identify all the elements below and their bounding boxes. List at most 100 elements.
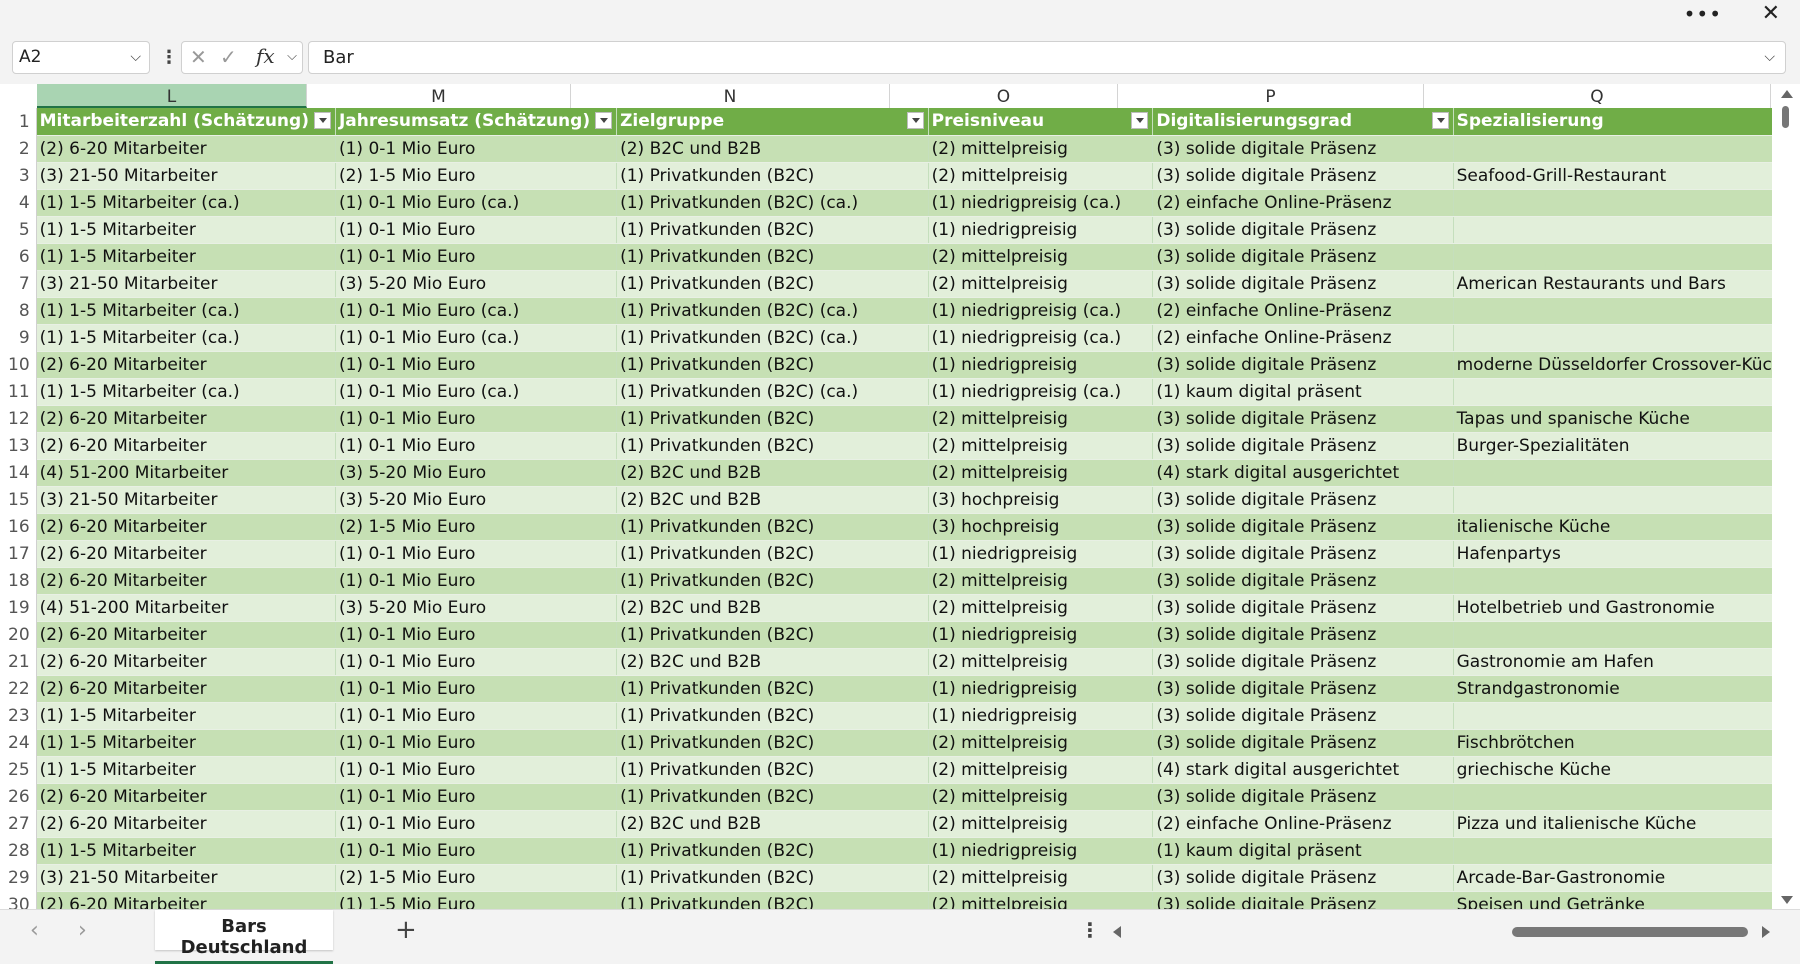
table-cell[interactable]: (1) Privatkunden (B2C) [616, 702, 929, 730]
filter-dropdown-icon[interactable] [595, 112, 613, 129]
table-cell[interactable]: (1) 1-5 Mitarbeiter [36, 243, 336, 271]
table-cell[interactable]: (1) Privatkunden (B2C) (ca.) [616, 297, 929, 325]
table-cell[interactable]: (1) kaum digital präsent [1152, 378, 1454, 406]
table-cell[interactable]: (1) Privatkunden (B2C) (ca.) [616, 324, 929, 352]
row-number[interactable]: 29 [0, 864, 37, 891]
table-cell[interactable]: (1) 0-1 Mio Euro [335, 216, 618, 244]
row-number[interactable]: 22 [0, 675, 37, 702]
table-cell[interactable]: (1) niedrigpreisig [928, 351, 1154, 379]
table-cell[interactable]: (1) 1-5 Mitarbeiter [36, 756, 336, 784]
table-cell[interactable]: (3) solide digitale Präsenz [1152, 216, 1454, 244]
table-cell[interactable]: (2) mittelpreisig [928, 810, 1154, 838]
table-cell[interactable]: (3) solide digitale Präsenz [1152, 702, 1454, 730]
table-cell[interactable]: (1) Privatkunden (B2C) [616, 891, 929, 909]
chevron-down-icon[interactable]: ⌵ [130, 42, 141, 73]
table-cell[interactable]: (1) 1-5 Mitarbeiter [36, 216, 336, 244]
table-cell[interactable]: (2) mittelpreisig [928, 783, 1154, 811]
table-cell[interactable] [1453, 459, 1800, 487]
row-number[interactable]: 6 [0, 243, 37, 270]
table-cell[interactable]: (2) 6-20 Mitarbeiter [36, 432, 336, 460]
table-cell[interactable]: (1) Privatkunden (B2C) [616, 621, 929, 649]
table-cell[interactable]: (2) 6-20 Mitarbeiter [36, 540, 336, 568]
table-cell[interactable]: (2) 6-20 Mitarbeiter [36, 567, 336, 595]
table-cell[interactable]: (1) Privatkunden (B2C) (ca.) [616, 378, 929, 406]
table-header-cell[interactable]: Jahresumsatz (Schätzung) [335, 108, 618, 136]
expand-formula-icon[interactable]: ⌵ [1764, 42, 1775, 73]
table-cell[interactable]: (2) mittelpreisig [928, 594, 1154, 622]
formula-input[interactable]: Bar ⌵ [308, 41, 1786, 74]
table-cell[interactable]: (3) hochpreisig [928, 513, 1154, 541]
table-cell[interactable]: (1) 0-1 Mio Euro [335, 810, 618, 838]
row-number[interactable]: 16 [0, 513, 37, 540]
table-cell[interactable]: (1) Privatkunden (B2C) [616, 270, 929, 298]
row-number[interactable]: 11 [0, 378, 37, 405]
table-cell[interactable]: (2) mittelpreisig [928, 864, 1154, 892]
column-header-m[interactable]: M [307, 84, 571, 108]
table-cell[interactable]: (1) Privatkunden (B2C) [616, 864, 929, 892]
table-cell[interactable] [1453, 486, 1800, 514]
table-cell[interactable]: (2) 6-20 Mitarbeiter [36, 621, 336, 649]
table-cell[interactable]: (1) 0-1 Mio Euro [335, 729, 618, 757]
row-number[interactable]: 21 [0, 648, 37, 675]
table-cell[interactable]: (3) solide digitale Präsenz [1152, 270, 1454, 298]
table-header-cell[interactable]: Mitarbeiterzahl (Schätzung) [36, 108, 336, 136]
table-cell[interactable]: (1) Privatkunden (B2C) [616, 783, 929, 811]
filter-dropdown-icon[interactable] [906, 112, 924, 129]
table-cell[interactable]: (3) solide digitale Präsenz [1152, 135, 1454, 163]
chevron-down-icon[interactable]: ⌵ [287, 49, 297, 64]
table-cell[interactable]: (1) Privatkunden (B2C) [616, 216, 929, 244]
table-cell[interactable]: (1) Privatkunden (B2C) [616, 567, 929, 595]
table-cell[interactable]: Speisen und Getränke [1453, 891, 1800, 909]
table-cell[interactable] [1453, 621, 1800, 649]
table-cell[interactable]: (2) 6-20 Mitarbeiter [36, 135, 336, 163]
table-cell[interactable]: (1) Privatkunden (B2C) [616, 513, 929, 541]
table-cell[interactable]: (1) Privatkunden (B2C) [616, 243, 929, 271]
row-number[interactable]: 23 [0, 702, 37, 729]
table-cell[interactable]: (3) 21-50 Mitarbeiter [36, 864, 336, 892]
table-cell[interactable]: (2) mittelpreisig [928, 243, 1154, 271]
table-cell[interactable]: (2) B2C und B2B [616, 594, 929, 622]
table-cell[interactable]: (2) 1-5 Mio Euro [335, 864, 618, 892]
table-cell[interactable]: (1) 0-1 Mio Euro [335, 135, 618, 163]
table-cell[interactable]: (1) Privatkunden (B2C) [616, 756, 929, 784]
table-cell[interactable]: (1) niedrigpreisig [928, 702, 1154, 730]
table-cell[interactable]: (1) 0-1 Mio Euro [335, 567, 618, 595]
table-cell[interactable]: (1) Privatkunden (B2C) [616, 162, 929, 190]
scroll-thumb[interactable] [1782, 106, 1789, 128]
table-cell[interactable]: (1) 1-5 Mio Euro [335, 891, 618, 909]
table-cell[interactable]: (3) solide digitale Präsenz [1152, 540, 1454, 568]
row-number[interactable]: 9 [0, 324, 37, 351]
table-cell[interactable]: (2) 6-20 Mitarbeiter [36, 810, 336, 838]
table-cell[interactable]: (2) mittelpreisig [928, 756, 1154, 784]
table-cell[interactable] [1453, 378, 1800, 406]
table-cell[interactable]: (3) solide digitale Präsenz [1152, 621, 1454, 649]
table-cell[interactable]: (2) 6-20 Mitarbeiter [36, 648, 336, 676]
row-number[interactable]: 14 [0, 459, 37, 486]
table-cell[interactable]: (1) 0-1 Mio Euro [335, 648, 618, 676]
row-number[interactable]: 1 [0, 108, 37, 135]
table-cell[interactable]: (2) mittelpreisig [928, 729, 1154, 757]
row-number[interactable]: 18 [0, 567, 37, 594]
row-number[interactable]: 10 [0, 351, 37, 378]
table-cell[interactable]: (2) einfache Online-Präsenz [1152, 810, 1454, 838]
row-number[interactable]: 30 [0, 891, 37, 909]
table-cell[interactable]: (2) B2C und B2B [616, 459, 929, 487]
table-header-cell[interactable]: Spezialisierung [1453, 108, 1800, 136]
table-cell[interactable]: (1) 0-1 Mio Euro [335, 783, 618, 811]
table-cell[interactable]: (2) 6-20 Mitarbeiter [36, 405, 336, 433]
row-number[interactable]: 25 [0, 756, 37, 783]
table-header-cell[interactable]: Preisniveau [928, 108, 1154, 136]
column-header-o[interactable]: O [890, 84, 1118, 108]
table-cell[interactable]: (1) Privatkunden (B2C) [616, 729, 929, 757]
table-cell[interactable]: (3) solide digitale Präsenz [1152, 351, 1454, 379]
table-cell[interactable]: (2) B2C und B2B [616, 486, 929, 514]
table-cell[interactable]: (1) niedrigpreisig [928, 216, 1154, 244]
column-header-l[interactable]: L [37, 84, 307, 108]
row-number[interactable]: 5 [0, 216, 37, 243]
table-cell[interactable]: (3) 21-50 Mitarbeiter [36, 486, 336, 514]
table-cell[interactable]: (1) 0-1 Mio Euro [335, 243, 618, 271]
scroll-left-icon[interactable] [1113, 926, 1121, 938]
table-cell[interactable]: (1) Privatkunden (B2C) (ca.) [616, 189, 929, 217]
table-cell[interactable]: (3) solide digitale Präsenz [1152, 486, 1454, 514]
sheet-tab-bars-deutschland[interactable]: Bars Deutschland [155, 910, 333, 964]
